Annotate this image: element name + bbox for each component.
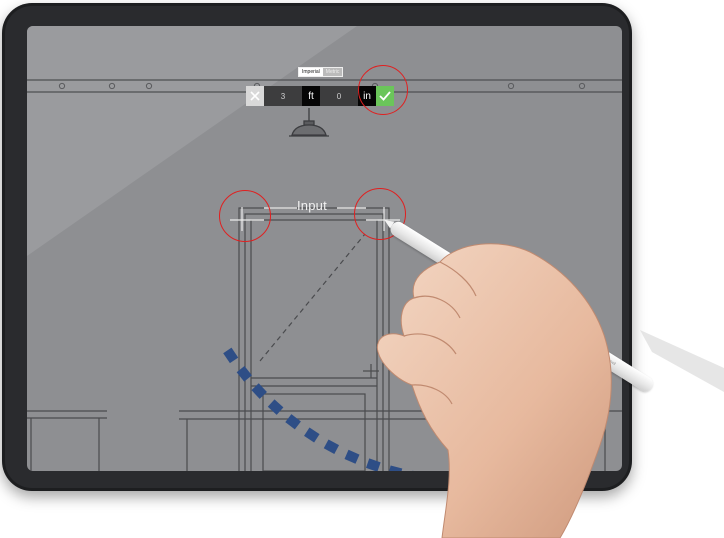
- hand: [376, 243, 612, 538]
